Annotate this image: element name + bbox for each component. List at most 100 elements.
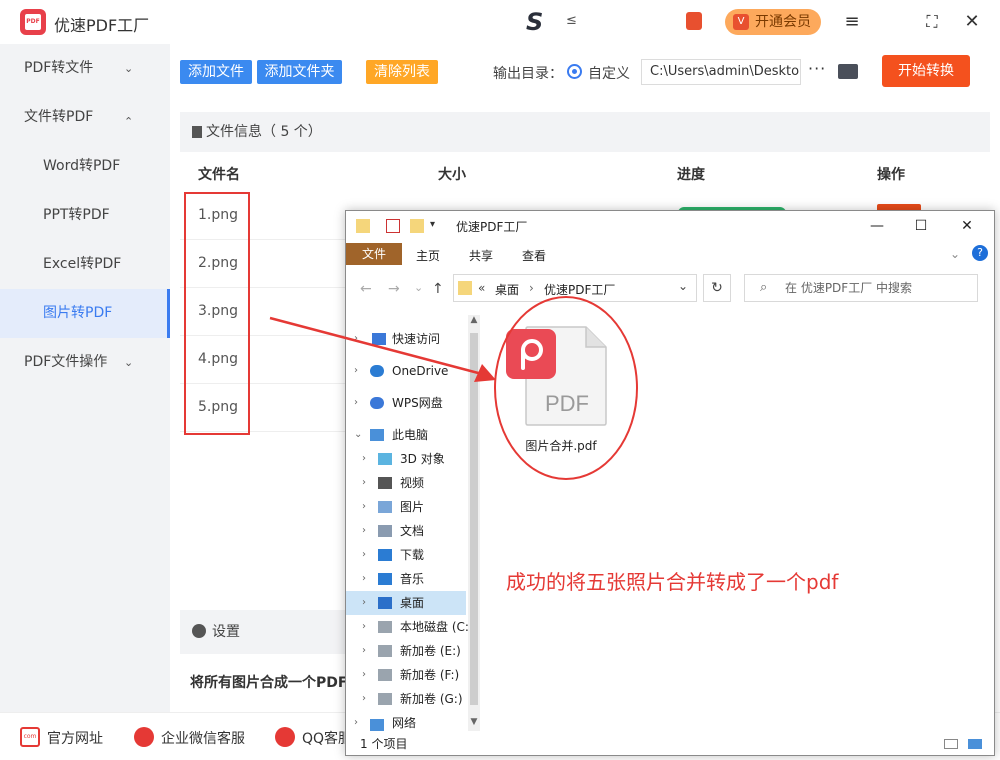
breadcrumb-overflow[interactable]: « <box>478 281 485 295</box>
document-icon <box>378 525 392 537</box>
sidebar-item-file-to-pdf[interactable]: 文件转PDF ⌃ <box>0 93 170 142</box>
nav-downloads[interactable]: › 下载 <box>346 543 466 567</box>
tab-file[interactable]: 文件 <box>346 243 402 265</box>
maximize-icon[interactable]: ☐ <box>898 215 944 237</box>
sidebar-item-image-to-pdf[interactable]: 图片转PDF <box>0 289 170 338</box>
qq-icon <box>275 727 295 747</box>
add-file-button[interactable]: 添加文件 <box>180 60 252 84</box>
column-header-size: 大小 <box>438 167 466 183</box>
start-convert-button[interactable]: 开始转换 <box>882 55 970 87</box>
minimize-icon[interactable]: — <box>854 215 900 237</box>
sidebar-item-label: Word转PDF <box>43 158 121 174</box>
nav-wps-drive[interactable]: › WPS网盘 <box>346 391 466 415</box>
nav-network[interactable]: › 网络 <box>346 717 466 731</box>
maximize-icon[interactable]: ⛶ <box>920 10 944 34</box>
explorer-window: ▾ 优速PDF工厂 — ☐ ✕ 文件 主页 共享 查看 ⌄ ? ← → ⌄ ↑ … <box>345 210 995 756</box>
recent-icon[interactable]: ⌄ <box>414 281 423 294</box>
file-info-bar: 文件信息（ 5 个） <box>180 112 990 152</box>
app-logo-icon: PDF <box>20 9 46 35</box>
download-icon <box>378 549 392 561</box>
column-header-name: 文件名 <box>198 167 240 183</box>
sidebar-item-pdf-operations[interactable]: PDF文件操作 ⌄ <box>0 338 170 387</box>
ribbon-expand-icon[interactable]: ⌄ <box>950 247 960 261</box>
explorer-ribbon: 文件 主页 共享 查看 ⌄ ? <box>346 241 994 267</box>
music-icon <box>378 573 392 585</box>
folder-icon <box>458 281 472 295</box>
sidebar-item-excel-to-pdf[interactable]: Excel转PDF <box>0 240 170 289</box>
folder-icon <box>356 219 370 233</box>
nav-drive-e[interactable]: › 新加卷 (E:) <box>346 639 466 663</box>
tab-share[interactable]: 共享 <box>469 247 493 264</box>
back-icon[interactable]: ← <box>360 281 372 297</box>
custom-radio[interactable] <box>567 64 582 79</box>
output-path-input[interactable]: C:\Users\admin\Desktop <box>641 59 801 85</box>
toolbar: 添加文件 添加文件夹 清除列表 输出目录： 自定义 C:\Users\admin… <box>170 44 1000 102</box>
close-icon[interactable]: ✕ <box>944 215 990 237</box>
chevron-down-icon[interactable]: ⌄ <box>678 279 688 293</box>
wechat-service-link[interactable]: 企业微信客服 <box>161 728 245 748</box>
computer-icon <box>370 429 384 441</box>
qa-dropdown-icon[interactable]: ▾ <box>430 219 444 233</box>
picture-icon <box>378 501 392 513</box>
file-info-text: 文件信息（ 5 个） <box>206 124 322 140</box>
clear-list-button[interactable]: 清除列表 <box>366 60 438 84</box>
up-icon[interactable]: ↑ <box>432 281 444 297</box>
explorer-title-bar: ▾ 优速PDF工厂 — ☐ ✕ <box>346 211 994 241</box>
official-site-link[interactable]: 官方网址 <box>47 728 103 748</box>
drive-icon <box>378 693 392 705</box>
nav-pictures[interactable]: › 图片 <box>346 495 466 519</box>
sidebar-item-label: PPT转PDF <box>43 207 110 223</box>
highlight-box <box>184 192 250 435</box>
details-view-icon[interactable] <box>944 739 958 749</box>
drive-icon <box>378 645 392 657</box>
active-indicator <box>167 289 170 338</box>
nav-drive-g[interactable]: › 新加卷 (G:) <box>346 687 466 711</box>
title-bar: PDF 优速PDF工厂 S ≤ V 开通会员 ≡ ⛶ ✕ <box>0 0 1000 44</box>
new-folder-icon[interactable] <box>410 219 424 233</box>
menu-icon[interactable]: ≡ <box>840 10 864 34</box>
search-input[interactable]: 在 优速PDF工厂 中搜索 <box>744 274 978 302</box>
forward-icon[interactable]: → <box>388 281 400 297</box>
nav-3d-objects[interactable]: › 3D 对象 <box>346 447 466 471</box>
scroll-down-icon[interactable]: ▼ <box>468 717 480 727</box>
nav-drive-f[interactable]: › 新加卷 (F:) <box>346 663 466 687</box>
close-icon[interactable]: ✕ <box>960 10 984 34</box>
sidebar-item-label: PDF转文件 <box>24 60 94 76</box>
folder-icon[interactable] <box>838 64 858 79</box>
desktop-icon <box>378 597 392 609</box>
vip-badge-icon[interactable] <box>686 12 702 30</box>
breadcrumb-current[interactable]: 优速PDF工厂 <box>544 281 615 298</box>
custom-radio-label: 自定义 <box>588 66 630 82</box>
breadcrumb-desktop[interactable]: 桌面 <box>495 281 519 298</box>
search-icon: ⌕ <box>760 280 768 295</box>
sidebar-item-ppt-to-pdf[interactable]: PPT转PDF <box>0 191 170 240</box>
cube-icon <box>378 453 392 465</box>
nav-music[interactable]: › 音乐 <box>346 567 466 591</box>
more-button[interactable]: ··· <box>808 59 826 78</box>
sidebar-item-pdf-to-file[interactable]: PDF转文件 ⌄ <box>0 44 170 93</box>
nav-desktop[interactable]: › 桌面 <box>346 591 466 615</box>
network-icon <box>370 719 384 731</box>
vip-label: 开通会员 <box>755 14 811 30</box>
tab-view[interactable]: 查看 <box>522 247 546 264</box>
vip-button[interactable]: V 开通会员 <box>725 9 821 35</box>
properties-icon[interactable] <box>386 219 400 233</box>
help-icon[interactable]: ? <box>972 245 988 261</box>
add-folder-button[interactable]: 添加文件夹 <box>257 60 342 84</box>
sidebar: PDF转文件 ⌄ 文件转PDF ⌃ Word转PDF PPT转PDF Excel… <box>0 44 170 712</box>
highlight-oval <box>494 296 638 480</box>
brand-arrow-icon: ≤ <box>566 13 577 28</box>
nav-drive-c[interactable]: › 本地磁盘 (C:) <box>346 615 474 639</box>
breadcrumb-separator: › <box>529 281 534 295</box>
nav-documents[interactable]: › 文档 <box>346 519 466 543</box>
large-icons-view-icon[interactable] <box>968 739 982 749</box>
refresh-icon[interactable]: ↻ <box>703 274 731 302</box>
nav-videos[interactable]: › 视频 <box>346 471 466 495</box>
tab-home[interactable]: 主页 <box>416 247 440 264</box>
sidebar-item-word-to-pdf[interactable]: Word转PDF <box>0 142 170 191</box>
merge-option-text: 将所有图片合成一个PDF <box>190 675 348 691</box>
success-annotation: 成功的将五张照片合并转成了一个pdf <box>506 570 839 594</box>
item-count: 1 个项目 <box>360 737 408 751</box>
nav-this-pc[interactable]: ⌄ 此电脑 <box>346 423 466 447</box>
sidebar-item-label: PDF文件操作 <box>24 354 108 370</box>
